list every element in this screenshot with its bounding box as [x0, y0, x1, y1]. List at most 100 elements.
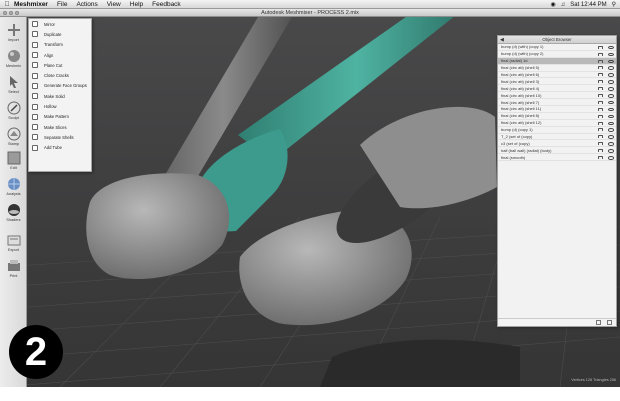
lock-icon[interactable]: [598, 80, 603, 84]
object-row[interactable]: bump (d) (copy 1): [498, 127, 616, 134]
eye-icon[interactable]: [608, 149, 614, 153]
eye-icon[interactable]: [608, 52, 614, 57]
object-row[interactable]: final (circ att) (shell 11): [498, 106, 616, 113]
lock-icon[interactable]: [598, 135, 603, 139]
object-row[interactable]: final (circ att) (shell 7): [498, 99, 616, 107]
object-row[interactable]: final (radial) 1d: [498, 57, 616, 65]
object-row[interactable]: final (circ att) (shell 6): [498, 72, 616, 79]
spotlight-icon[interactable]: ⚲: [612, 1, 616, 8]
tool-label: Stamp: [8, 142, 19, 146]
clock[interactable]: Sat 12:44 PM: [570, 2, 606, 8]
eye-icon[interactable]: [608, 59, 614, 64]
lock-icon[interactable]: [598, 66, 603, 70]
edit-menu-item-transform[interactable]: Transform: [29, 40, 91, 50]
object-browser-panel: ◀ Object Browser bump (d) (with) (copy 1…: [497, 35, 617, 327]
eye-icon[interactable]: [608, 128, 614, 132]
lock-icon[interactable]: [598, 100, 603, 104]
lock-icon[interactable]: [598, 156, 603, 160]
object-row[interactable]: half (ball wall) (radial) (body): [498, 147, 616, 155]
object-row[interactable]: bump (d) (with) (copy 1): [498, 44, 616, 51]
mesh-model-left[interactable]: [86, 173, 230, 280]
menu-view[interactable]: View: [107, 1, 121, 8]
lock-icon[interactable]: [598, 114, 603, 118]
eye-icon[interactable]: [608, 142, 614, 146]
object-row[interactable]: final (circ att) (shell 4): [498, 85, 616, 93]
edit-menu-item-mirror[interactable]: Mirror: [29, 19, 91, 29]
object-row[interactable]: final (smooth): [498, 154, 616, 162]
make-pattern-icon: [32, 113, 38, 120]
lock-icon[interactable]: [598, 73, 603, 77]
tool-import[interactable]: Import: [2, 23, 25, 42]
edit-menu-item-close-cracks[interactable]: Close Cracks: [29, 70, 91, 80]
edit-menu-item-make-solid[interactable]: Make Solid: [29, 91, 91, 101]
tool-edit[interactable]: Edit: [2, 151, 25, 170]
apple-icon[interactable]: : [0, 1, 14, 8]
eye-icon[interactable]: [608, 94, 614, 98]
tool-label: Analysis: [6, 192, 21, 196]
edit-menu-item-plane-cut[interactable]: Plane Cut: [29, 60, 91, 70]
tool-label: Sculpt: [8, 116, 19, 120]
object-row[interactable]: bump (d) (with) (copy 2): [498, 51, 616, 58]
tool-sculpt[interactable]: Sculpt: [2, 101, 25, 120]
trash-icon[interactable]: [607, 320, 612, 325]
object-list: bump (d) (with) (copy 1) bump (d) (with) …: [498, 44, 616, 162]
duplicate-object-icon[interactable]: [596, 320, 601, 325]
tool-select[interactable]: Select: [2, 75, 25, 94]
lock-icon[interactable]: [598, 94, 603, 98]
volume-icon[interactable]: ♫: [561, 2, 566, 8]
edit-menu-item-make-slices[interactable]: Make Slices: [29, 122, 91, 132]
wifi-icon[interactable]: ◉: [550, 1, 555, 8]
object-row[interactable]: final (circ att) (shell 5): [498, 65, 616, 72]
edit-menu-item-hollow[interactable]: Hollow: [29, 101, 91, 111]
edit-menu-item-align[interactable]: Align: [29, 50, 91, 60]
eye-icon[interactable]: [608, 114, 614, 119]
eye-icon[interactable]: [608, 100, 614, 105]
tool-stamp[interactable]: Stamp: [2, 127, 25, 146]
lock-icon[interactable]: [598, 45, 603, 49]
eye-icon[interactable]: [608, 121, 614, 126]
menu-actions[interactable]: Actions: [76, 1, 97, 8]
object-row[interactable]: T_2 (set of (copy): [498, 134, 616, 141]
tool-shaders[interactable]: Shaders: [2, 203, 25, 222]
object-row[interactable]: final (circ att) (shell 12): [498, 120, 616, 127]
menu-help[interactable]: Help: [130, 1, 143, 8]
tool-export[interactable]: Export: [2, 233, 25, 252]
lock-icon[interactable]: [598, 87, 603, 91]
edit-menu-item-make-pattern[interactable]: Make Pattern: [29, 112, 91, 122]
object-row[interactable]: final (circ att) (shell 10): [498, 92, 616, 100]
edit-menu-item-duplicate[interactable]: Duplicate: [29, 29, 91, 39]
eye-icon[interactable]: [608, 135, 614, 139]
eye-icon[interactable]: [608, 66, 614, 70]
collapse-icon[interactable]: ◀: [500, 36, 504, 44]
mesh-model-bottom[interactable]: [320, 339, 520, 387]
eye-icon[interactable]: [608, 45, 614, 50]
globe-icon: [7, 178, 20, 190]
eye-icon[interactable]: [608, 156, 614, 160]
eye-icon[interactable]: [608, 80, 614, 84]
object-row[interactable]: final (circ att) (shell 3): [498, 78, 616, 86]
tool-analysis[interactable]: Analysis: [2, 177, 25, 196]
eye-icon[interactable]: [608, 73, 614, 77]
lock-icon[interactable]: [598, 149, 603, 153]
lock-icon[interactable]: [598, 59, 603, 63]
eye-icon[interactable]: [608, 107, 614, 112]
step-number-badge: 2: [9, 325, 63, 379]
align-icon: [32, 52, 38, 59]
lock-icon[interactable]: [598, 121, 603, 125]
eye-icon[interactable]: [608, 87, 614, 91]
edit-menu-item-generate-face-groups[interactable]: Generate Face Groups: [29, 81, 91, 91]
plus-icon: [7, 24, 20, 36]
tool-meshmix[interactable]: Meshmix: [2, 49, 25, 68]
edit-menu-item-add-tube[interactable]: Add Tube: [29, 143, 91, 153]
object-row[interactable]: final (circ att) (shell 8): [498, 113, 616, 120]
menu-app-name[interactable]: Meshmixer: [14, 1, 48, 8]
object-row[interactable]: c3 (set of (copy): [498, 140, 616, 148]
lock-icon[interactable]: [598, 107, 603, 111]
lock-icon[interactable]: [598, 52, 603, 56]
menu-feedback[interactable]: Feedback: [152, 1, 181, 8]
lock-icon[interactable]: [598, 128, 603, 132]
edit-menu-item-separate-shells[interactable]: Separate Shells: [29, 132, 91, 142]
tool-print[interactable]: Print: [2, 259, 25, 278]
lock-icon[interactable]: [598, 142, 603, 146]
menu-file[interactable]: File: [57, 1, 67, 8]
